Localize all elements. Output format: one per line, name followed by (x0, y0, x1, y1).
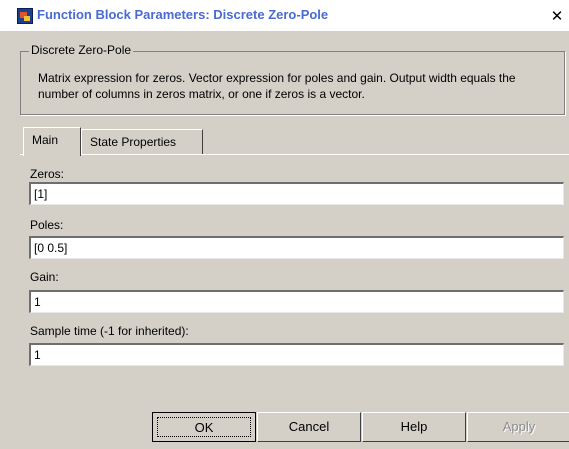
cancel-button[interactable]: Cancel (257, 412, 361, 442)
zeros-field[interactable] (29, 182, 564, 205)
simulink-block-icon (17, 8, 33, 24)
sample-time-field[interactable] (29, 343, 564, 366)
ok-button-label: OK (157, 417, 251, 437)
tab-main[interactable]: Main (23, 127, 81, 156)
ok-button[interactable]: OK (152, 412, 256, 442)
close-icon[interactable]: ✕ (546, 8, 568, 25)
help-button[interactable]: Help (362, 412, 466, 442)
window-title: Function Block Parameters: Discrete Zero… (37, 7, 329, 22)
zeros-label: Zeros: (30, 167, 65, 181)
poles-label: Poles: (30, 218, 64, 232)
sample-time-label: Sample time (-1 for inherited): (30, 324, 189, 338)
gain-field[interactable] (29, 290, 564, 313)
poles-field[interactable] (29, 236, 564, 259)
tab-state-properties[interactable]: State Properties (81, 129, 203, 155)
apply-button[interactable]: Apply (467, 412, 569, 442)
gain-label: Gain: (30, 270, 59, 284)
group-title: Discrete Zero-Pole (29, 43, 134, 57)
block-description: Matrix expression for zeros. Vector expr… (38, 71, 516, 101)
title-bar[interactable]: Function Block Parameters: Discrete Zero… (0, 0, 569, 31)
